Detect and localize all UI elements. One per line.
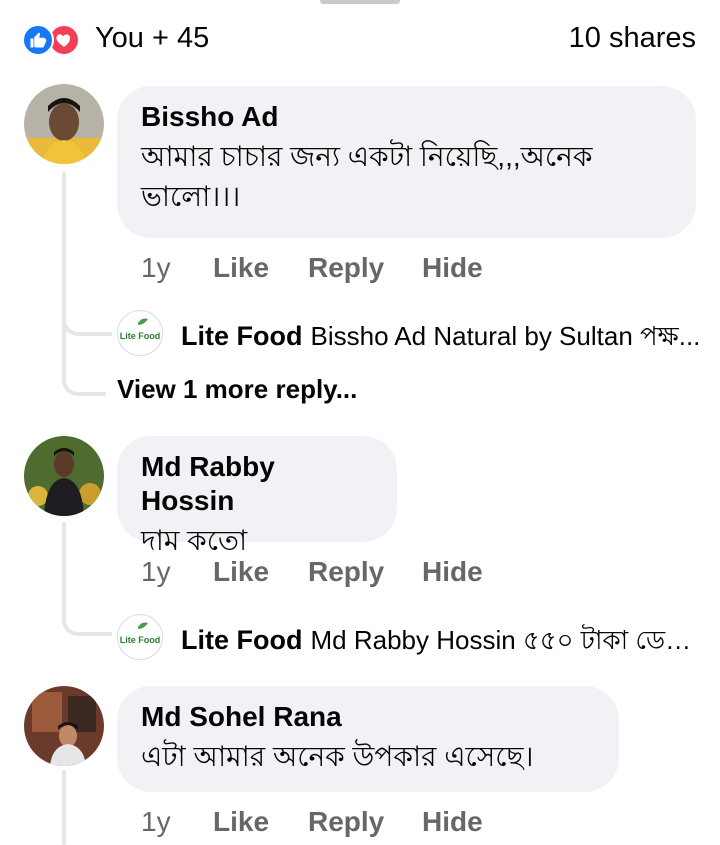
page-logo-avatar[interactable]: Lite Food — [117, 310, 163, 356]
reply-button[interactable]: Reply — [308, 556, 384, 588]
hide-button[interactable]: Hide — [422, 806, 483, 838]
drag-handle[interactable] — [320, 0, 400, 4]
view-more-replies-link[interactable]: View 1 more reply... — [117, 374, 357, 405]
avatar[interactable] — [24, 84, 104, 164]
svg-text:Lite Food: Lite Food — [120, 331, 161, 341]
reply-preview[interactable]: Lite Food Lite Food Bissho Ad Natural by … — [117, 310, 707, 360]
reply-button[interactable]: Reply — [308, 806, 384, 838]
comment-bubble[interactable]: Md Sohel Rana এটা আমার অনেক উপকার এসেছে। — [117, 686, 619, 792]
like-icon — [22, 24, 54, 56]
reply-text: Bissho Ad Natural by Sultan পক্ষ... — [310, 321, 701, 351]
svg-text:Lite Food: Lite Food — [120, 635, 161, 645]
thread-line — [62, 522, 66, 612]
comment-time[interactable]: 1y — [141, 252, 171, 284]
reply-author[interactable]: Lite Food — [181, 625, 302, 655]
comment-text: ভালো।।। — [141, 181, 241, 212]
comment-actions: 1y Like Reply Hide — [141, 252, 541, 286]
reply-preview[interactable]: Lite Food Lite Food Md Rabby Hossin ৫৫০ ট… — [117, 614, 707, 664]
avatar[interactable] — [24, 686, 104, 766]
reactions-bar[interactable]: You + 45 10 shares — [0, 14, 720, 64]
comment-actions: 1y Like Reply Hide — [141, 806, 541, 840]
reply-text-line: Lite Food Bissho Ad Natural by Sultan পক্… — [181, 316, 701, 360]
reaction-count[interactable]: You + 45 — [95, 22, 209, 55]
comment-author[interactable]: Md Rabby Hossin — [141, 450, 373, 518]
comment-text: এটা আমার অনেক উপকার এসেছে। — [141, 741, 534, 772]
thread-connector — [62, 600, 112, 636]
like-button[interactable]: Like — [213, 556, 269, 588]
hide-button[interactable]: Hide — [422, 556, 483, 588]
like-button[interactable]: Like — [213, 806, 269, 838]
comment-author[interactable]: Md Sohel Rana — [141, 700, 595, 734]
shares-count[interactable]: 10 shares — [569, 22, 696, 55]
hide-button[interactable]: Hide — [422, 252, 483, 284]
comment-bubble[interactable]: Md Rabby Hossin দাম কতো — [117, 436, 397, 556]
comment-time[interactable]: 1y — [141, 806, 171, 838]
reaction-icons — [22, 24, 92, 56]
thread-line — [62, 770, 66, 845]
reply-text-line: Lite Food Md Rabby Hossin ৫৫০ টাকা ডেলি..… — [181, 620, 701, 664]
avatar[interactable] — [24, 436, 104, 516]
comment-actions: 1y Like Reply Hide — [141, 556, 541, 590]
page-logo-avatar[interactable]: Lite Food — [117, 614, 163, 660]
reply-text: Md Rabby Hossin ৫৫০ টাকা ডেলি... — [310, 625, 701, 655]
thread-line — [62, 172, 66, 382]
reply-author[interactable]: Lite Food — [181, 321, 302, 351]
like-button[interactable]: Like — [213, 252, 269, 284]
comment-time[interactable]: 1y — [141, 556, 171, 588]
comment-bubble[interactable]: Bissho Ad আমার চাচার জন্য একটা নিয়েছি,,… — [117, 86, 696, 238]
thread-connector — [62, 300, 112, 336]
thread-connector — [62, 360, 106, 396]
reply-button[interactable]: Reply — [308, 252, 384, 284]
comment-author[interactable]: Bissho Ad — [141, 100, 672, 134]
